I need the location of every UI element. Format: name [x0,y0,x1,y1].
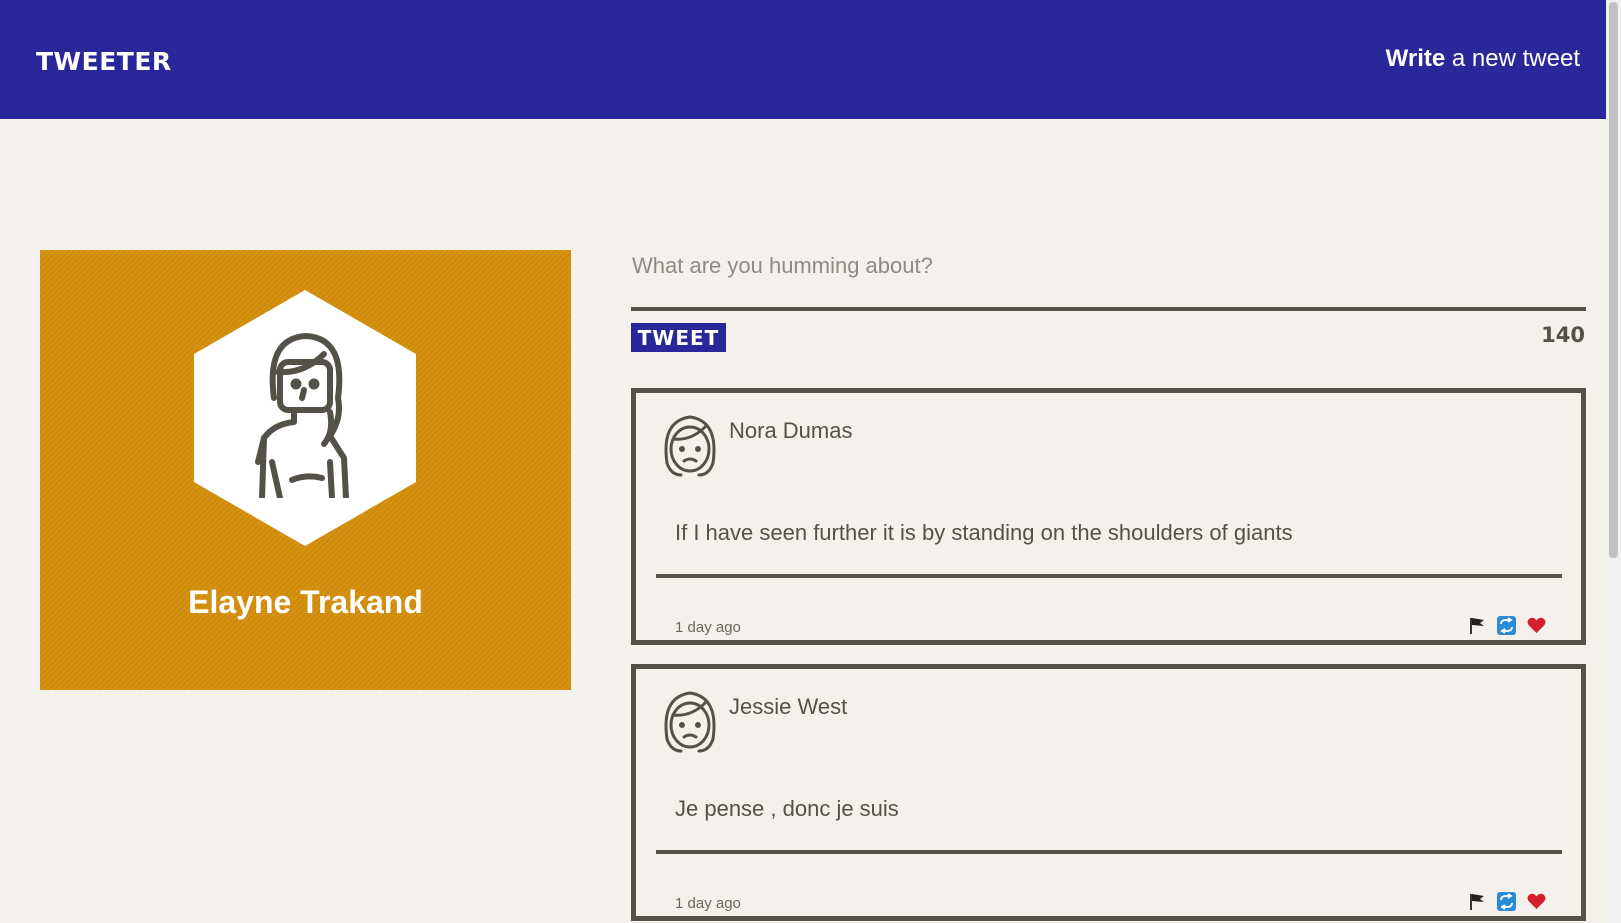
woman-avatar-icon [255,333,349,498]
character-counter: 140 [1541,323,1585,347]
composer-divider [631,307,1586,311]
retweet-icon[interactable] [1496,891,1517,912]
flag-icon[interactable] [1466,615,1487,636]
scrollbar-thumb[interactable] [1609,2,1618,558]
compose-rest-label: a new tweet [1445,45,1580,72]
tweet-textarea[interactable] [632,253,1582,279]
profile-avatar-hexagon [194,290,416,546]
profile-card: Elayne Trakand [40,250,571,690]
tweet-timestamp: 1 day ago [675,619,741,636]
tweet-button[interactable]: TWEET [631,323,726,352]
flag-icon[interactable] [1466,891,1487,912]
heart-icon[interactable] [1526,615,1547,636]
tweet-actions [1466,615,1547,636]
tweet-author: Jessie West [729,694,848,719]
retweet-icon[interactable] [1496,615,1517,636]
author-avatar-icon [664,415,716,477]
top-nav: TWEETER Write a new tweet [0,0,1606,119]
heart-icon[interactable] [1526,891,1547,912]
tweet-card: Jessie West Je pense , donc je suis 1 da… [631,664,1586,921]
tweet-divider [656,850,1562,854]
tweet-actions [1466,891,1547,912]
profile-name: Elayne Trakand [188,584,423,620]
brand-logo[interactable]: TWEETER [36,47,172,76]
author-avatar-icon [664,691,716,753]
tweet-divider [656,574,1562,578]
page-scrollbar[interactable] [1606,0,1621,923]
compose-bold-label: Write [1385,45,1446,72]
tweet-text: If I have seen further it is by standing… [675,520,1293,545]
tweet-author: Nora Dumas [729,418,853,443]
tweet-text: Je pense , donc je suis [675,796,899,821]
compose-toggle[interactable]: Write a new tweet [1386,45,1580,73]
tweet-timestamp: 1 day ago [675,895,741,912]
tweet-card: Nora Dumas If I have seen further it is … [631,388,1586,645]
